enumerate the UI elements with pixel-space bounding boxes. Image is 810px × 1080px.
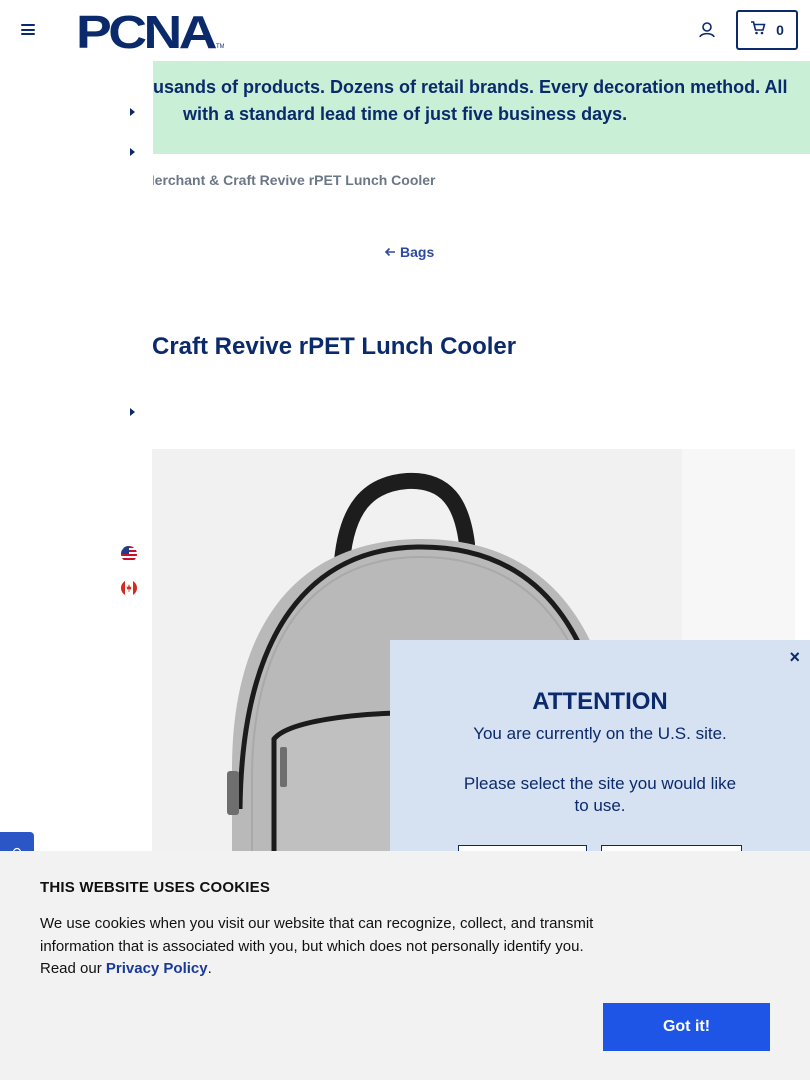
cart-button[interactable]: 0 [736, 10, 798, 50]
promo-banner: usands of products. Dozens of retail bra… [153, 61, 810, 154]
product-title: Craft Revive rPET Lunch Cooler [152, 333, 517, 360]
arrow-left-icon [384, 244, 396, 260]
site-header: PCNA TM 0 [0, 0, 810, 60]
cookie-message: We use cookies when you visit our websit… [40, 913, 600, 981]
close-icon[interactable]: × [789, 648, 800, 666]
caret-right-icon[interactable] [130, 108, 135, 116]
back-to-category-link[interactable]: Bags [384, 244, 434, 260]
site-selection-modal: × ATTENTION You are currently on the U.S… [390, 640, 810, 885]
privacy-policy-link[interactable]: Privacy Policy [106, 960, 208, 977]
svg-text:TM: TM [216, 44, 224, 50]
canada-flag-icon[interactable] [121, 580, 137, 596]
us-flag-icon[interactable] [121, 546, 137, 562]
cart-count: 0 [776, 22, 784, 38]
caret-right-icon[interactable] [130, 408, 135, 416]
caret-right-icon[interactable] [130, 148, 135, 156]
svg-text:PCNA: PCNA [76, 11, 216, 51]
banner-line-2: with a standard lead time of just five b… [183, 104, 628, 124]
cookie-banner: THIS WEBSITE USES COOKIES We use cookies… [0, 851, 810, 1080]
cookie-title: THIS WEBSITE USES COOKIES [40, 879, 271, 896]
account-icon[interactable] [697, 20, 717, 40]
modal-title: ATTENTION [532, 688, 668, 715]
cart-icon [750, 20, 766, 40]
accept-cookies-button[interactable]: Got it! [603, 1003, 770, 1051]
breadcrumb[interactable]: Merchant & Craft Revive rPET Lunch Coole… [153, 172, 436, 188]
pcna-logo[interactable]: PCNA TM [76, 6, 225, 58]
hamburger-menu-icon[interactable] [21, 24, 35, 35]
modal-select-site-message: Please select the site you would like to… [463, 774, 737, 815]
modal-current-site-message: You are currently on the U.S. site. [473, 724, 727, 743]
back-link-label: Bags [400, 244, 435, 260]
cookie-period: . [207, 960, 212, 977]
banner-line-1: usands of products. Dozens of retail bra… [153, 77, 788, 97]
